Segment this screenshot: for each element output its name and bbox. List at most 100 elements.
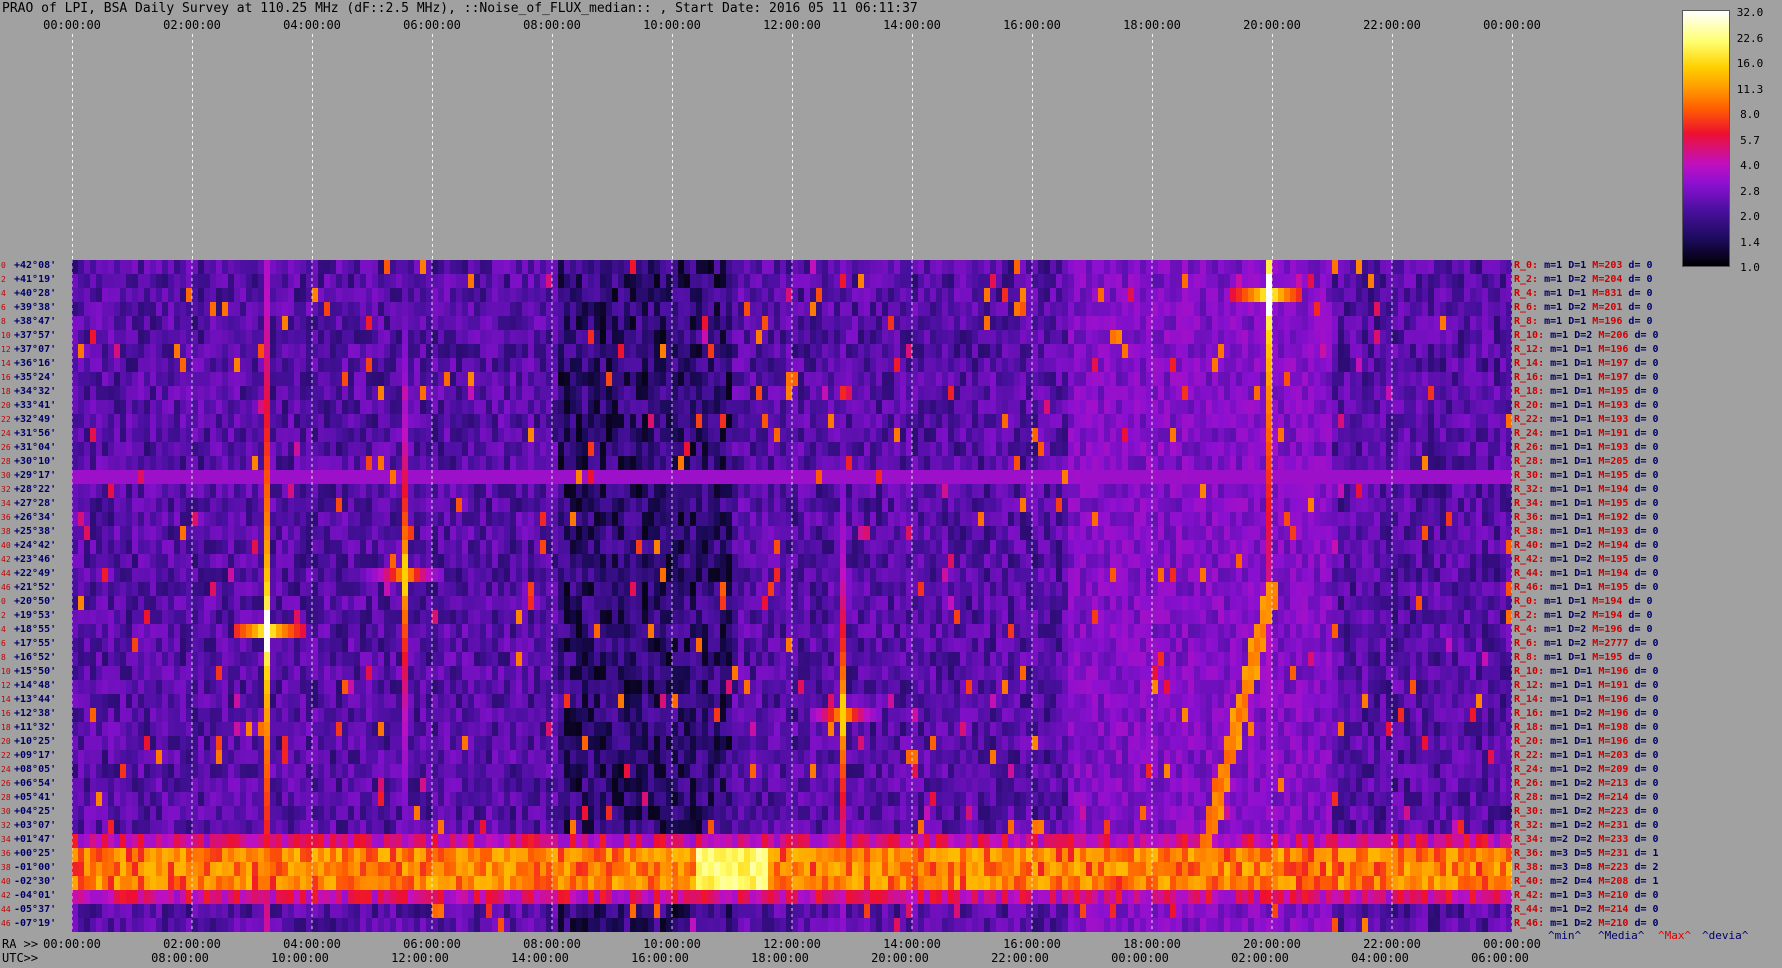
heatmap-cell xyxy=(1194,414,1201,429)
heatmap-cell xyxy=(264,456,271,471)
heatmap-cell xyxy=(1428,400,1435,415)
heatmap-cell xyxy=(462,456,469,471)
heatmap-cell xyxy=(1260,274,1267,289)
heatmap-cell xyxy=(402,414,409,429)
heatmap-cell xyxy=(1296,302,1303,317)
heatmap-cell xyxy=(936,316,943,331)
heatmap-cell xyxy=(384,442,391,457)
heatmap-cell xyxy=(132,344,139,359)
heatmap-cell xyxy=(348,288,355,303)
heatmap-cell xyxy=(546,484,553,499)
heatmap-cell xyxy=(156,428,163,443)
heatmap-cell xyxy=(1266,456,1273,471)
heatmap-cell xyxy=(312,512,319,527)
heatmap-cell xyxy=(240,386,247,401)
heatmap-cell xyxy=(648,442,655,457)
heatmap-cell xyxy=(936,330,943,345)
heatmap-cell xyxy=(1188,526,1195,541)
heatmap-cell xyxy=(1476,400,1483,415)
heatmap-cell xyxy=(204,358,211,373)
heatmap-cell xyxy=(1302,512,1309,527)
heatmap-cell xyxy=(1428,274,1435,289)
heatmap-cell xyxy=(234,456,241,471)
heatmap-cell xyxy=(696,372,703,387)
heatmap-cell xyxy=(180,442,187,457)
heatmap-cell xyxy=(210,428,217,443)
heatmap-cell xyxy=(882,386,889,401)
heatmap-cell xyxy=(1092,484,1099,499)
heatmap-cell xyxy=(918,470,925,485)
heatmap-cell xyxy=(972,274,979,289)
heatmap-cell xyxy=(498,498,505,513)
heatmap-cell xyxy=(1296,330,1303,345)
heatmap-cell xyxy=(186,484,193,499)
heatmap-cell xyxy=(1494,470,1501,485)
heatmap-cell xyxy=(348,484,355,499)
heatmap-cell xyxy=(192,498,199,513)
heatmap-cell xyxy=(324,288,331,303)
heatmap-cell xyxy=(180,456,187,471)
heatmap-cell xyxy=(510,484,517,499)
heatmap-cell xyxy=(702,260,709,275)
heatmap-cell xyxy=(1236,400,1243,415)
heatmap-cell xyxy=(426,400,433,415)
heatmap-cell xyxy=(594,540,601,555)
heatmap-cell xyxy=(552,540,559,555)
heatmap-svg[interactable] xyxy=(72,260,1512,932)
heatmap-cell xyxy=(402,470,409,485)
heatmap-cell xyxy=(1014,330,1021,345)
heatmap-cell xyxy=(798,400,805,415)
heatmap-cell xyxy=(876,302,883,317)
heatmap-cell xyxy=(396,428,403,443)
heatmap-cell xyxy=(516,400,523,415)
heatmap-cell xyxy=(450,498,457,513)
heatmap-cell xyxy=(1224,526,1231,541)
heatmap-cell xyxy=(84,330,91,345)
heatmap-cell xyxy=(1188,414,1195,429)
heatmap-cell xyxy=(420,344,427,359)
heatmap-cell xyxy=(1020,428,1027,443)
heatmap-cell xyxy=(144,344,151,359)
heatmap-cell xyxy=(1404,428,1411,443)
heatmap-cell xyxy=(990,428,997,443)
heatmap-cell xyxy=(378,302,385,317)
heatmap-cell xyxy=(864,344,871,359)
heatmap-cell xyxy=(180,540,187,555)
heatmap-cell xyxy=(408,428,415,443)
heatmap-cell xyxy=(1302,498,1309,513)
heatmap-cell xyxy=(486,414,493,429)
heatmap-cell xyxy=(1344,470,1351,485)
heatmap-cell xyxy=(1110,414,1117,429)
heatmap-cell xyxy=(1116,442,1123,457)
heatmap-cell xyxy=(1098,414,1105,429)
heatmap-cell xyxy=(708,484,715,499)
heatmap-cell xyxy=(672,358,679,373)
heatmap-cell xyxy=(1314,302,1321,317)
heatmap-cell xyxy=(654,428,661,443)
heatmap-cell xyxy=(108,386,115,401)
heatmap-cell xyxy=(876,400,883,415)
heatmap-plot[interactable] xyxy=(72,260,1512,932)
heatmap-cell xyxy=(258,260,265,275)
heatmap-cell xyxy=(1200,456,1207,471)
heatmap-cell xyxy=(714,372,721,387)
heatmap-cell xyxy=(1488,428,1495,443)
heatmap-cell xyxy=(1296,428,1303,443)
heatmap-cell xyxy=(840,484,847,499)
heatmap-cell xyxy=(582,540,589,555)
heatmap-cell xyxy=(636,288,643,303)
heatmap-cell xyxy=(1338,358,1345,373)
heatmap-cell xyxy=(1470,358,1477,373)
heatmap-cell xyxy=(1056,442,1063,457)
heatmap-cell xyxy=(1110,316,1117,331)
heatmap-cell xyxy=(948,428,955,443)
heatmap-cell xyxy=(1356,400,1363,415)
heatmap-cell xyxy=(1434,470,1441,485)
heatmap-cell xyxy=(258,456,265,471)
heatmap-cell xyxy=(1302,316,1309,331)
heatmap-cell xyxy=(1152,386,1159,401)
heatmap-cell xyxy=(1308,428,1315,443)
heatmap-cell xyxy=(204,484,211,499)
heatmap-cell xyxy=(1470,498,1477,513)
heatmap-cell xyxy=(1086,484,1093,499)
